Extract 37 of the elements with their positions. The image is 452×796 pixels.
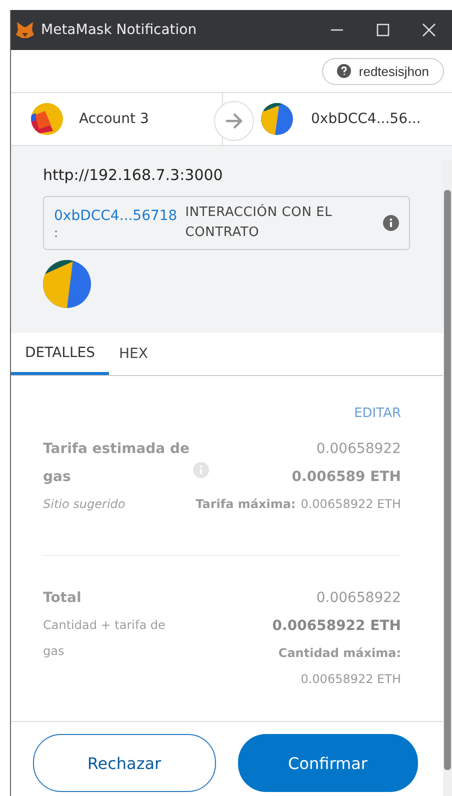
info-icon xyxy=(193,462,209,478)
action-label: INTERACCIÓN CON EL CONTRATO xyxy=(185,203,334,242)
note-text: Sitio sugerido xyxy=(43,496,126,513)
account-avatar xyxy=(31,103,63,135)
note-text: Cantidad + tarifa de gas xyxy=(43,617,166,660)
window-title: MetaMask Notification xyxy=(41,22,198,38)
recipient-address: 0xbDCC4...56... xyxy=(311,111,421,127)
maximize-icon xyxy=(376,23,390,37)
amount-eth: 0.00658922 ETH xyxy=(272,617,401,636)
scrollbar-thumb[interactable] xyxy=(444,190,451,770)
fox-icon xyxy=(15,21,35,39)
confirm-button[interactable]: Confirmar xyxy=(238,734,418,792)
help-icon xyxy=(336,64,351,78)
tab[interactable]: HEX xyxy=(109,333,158,375)
tab[interactable]: DETALLES xyxy=(11,333,109,375)
contract-avatar xyxy=(43,260,91,308)
account-name: Account 3 xyxy=(79,111,149,127)
contract-address-link[interactable]: 0xbDCC4...56718 xyxy=(54,206,178,226)
amount-eth: 0.006589 ETH xyxy=(292,468,401,487)
close-icon xyxy=(422,23,436,37)
recipient-avatar xyxy=(261,103,293,135)
info-icon xyxy=(383,215,399,231)
reject-button[interactable]: Rechazar xyxy=(33,734,216,792)
max-value: 0.00658922 ETH xyxy=(300,496,401,513)
network-button[interactable]: redtesisjhon xyxy=(322,58,444,84)
row-label: Total xyxy=(43,589,82,608)
origin-url: http://192.168.7.3:3000 xyxy=(43,166,224,184)
max-label: Tarifa máxima: xyxy=(196,496,296,513)
max-value: 0.00658922 ETH xyxy=(300,671,401,688)
max-label: Cantidad máxima: xyxy=(278,645,401,662)
row-label: Tarifa estimada de gas xyxy=(43,440,191,487)
amount-value: 0.00658922 xyxy=(316,589,401,608)
separator-text: : xyxy=(54,226,60,240)
minimize-icon xyxy=(330,29,344,31)
amount-value: 0.00658922 xyxy=(316,440,401,459)
arrow-icon xyxy=(224,112,244,130)
scrollbar[interactable] xyxy=(443,160,452,796)
